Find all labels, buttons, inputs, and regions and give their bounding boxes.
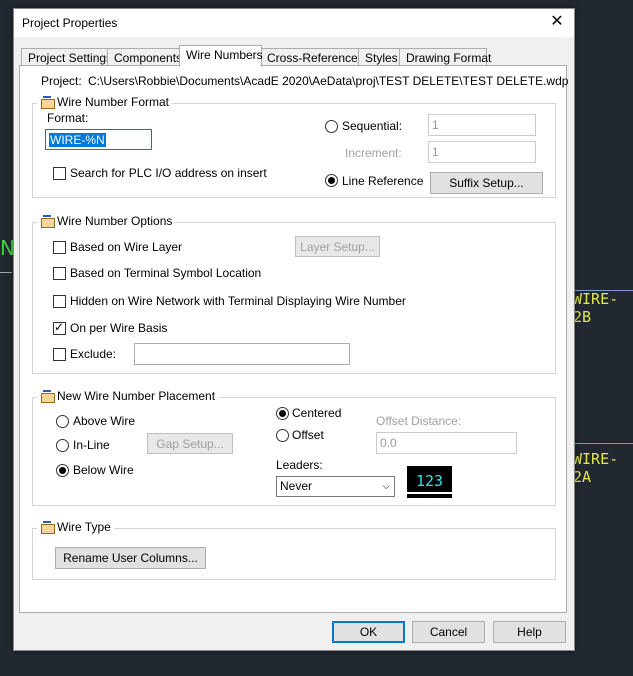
dialog-titlebar[interactable]: Project Properties ✕ — [14, 9, 574, 37]
cad-wire-line-2a — [573, 443, 633, 444]
hidden-on-network-label[interactable]: Hidden on Wire Network with Terminal Dis… — [70, 294, 406, 308]
centered-radio[interactable] — [276, 407, 289, 420]
project-properties-dialog: Project Properties ✕ Project Settings Co… — [13, 8, 575, 651]
wire-type-title: Wire Type — [57, 520, 111, 534]
based-on-terminal-label[interactable]: Based on Terminal Symbol Location — [70, 266, 261, 280]
layer-setup-button[interactable]: Layer Setup... — [295, 236, 380, 257]
above-wire-label[interactable]: Above Wire — [73, 414, 135, 428]
offset-distance-label: Offset Distance: — [376, 414, 462, 428]
suffix-setup-button[interactable]: Suffix Setup... — [430, 172, 543, 194]
wire-number-preview: 123 — [407, 466, 452, 498]
ok-button[interactable]: OK — [332, 621, 405, 643]
offset-radio[interactable] — [276, 429, 289, 442]
based-on-wire-layer-checkbox[interactable] — [53, 241, 66, 254]
on-per-wire-checkbox[interactable] — [53, 320, 66, 335]
wire-number-format-icon — [40, 96, 55, 109]
dialog-title: Project Properties — [22, 16, 118, 30]
based-on-terminal-checkbox[interactable] — [53, 267, 66, 280]
project-label: Project: — [41, 74, 82, 88]
wire-number-options-icon — [40, 215, 55, 228]
exclude-checkbox[interactable] — [53, 348, 66, 361]
centered-label[interactable]: Centered — [292, 406, 341, 420]
tab-wire-numbers[interactable]: Wire Numbers — [179, 45, 263, 67]
below-wire-label[interactable]: Below Wire — [73, 463, 134, 477]
placement-header: New Wire Number Placement — [37, 389, 219, 403]
leaders-select-value: Never — [280, 479, 313, 493]
in-line-radio[interactable] — [56, 439, 69, 452]
close-icon[interactable]: ✕ — [548, 13, 566, 31]
gap-setup-button[interactable]: Gap Setup... — [147, 433, 233, 454]
preview-wire-line — [407, 492, 452, 494]
wire-type-icon — [40, 521, 55, 534]
exclude-input[interactable] — [134, 343, 350, 365]
wire-number-options-title: Wire Number Options — [57, 214, 173, 228]
search-plc-label[interactable]: Search for PLC I/O address on insert — [70, 166, 267, 180]
cancel-button[interactable]: Cancel — [412, 621, 485, 643]
preview-text: 123 — [415, 472, 444, 490]
cad-wire-line-left — [0, 272, 12, 273]
format-input[interactable]: WIRE-%N — [45, 129, 152, 150]
above-wire-radio[interactable] — [56, 415, 69, 428]
chevron-down-icon: ⌵ — [382, 481, 390, 492]
below-wire-radio[interactable] — [56, 464, 69, 477]
offset-label[interactable]: Offset — [292, 428, 324, 442]
wire-numbers-panel: Project: C:\Users\Robbie\Documents\AcadE… — [19, 65, 569, 613]
search-plc-checkbox[interactable] — [53, 167, 66, 180]
placement-title: New Wire Number Placement — [57, 389, 216, 403]
sequential-radio[interactable] — [325, 120, 338, 133]
sequential-input[interactable]: 1 — [428, 114, 536, 136]
wire-type-header: Wire Type — [37, 520, 114, 534]
format-input-value: WIRE-%N — [49, 133, 106, 147]
wire-number-format-title: Wire Number Format — [57, 95, 170, 109]
wire-type-group: Wire Type Rename User Columns... — [32, 520, 556, 580]
rename-user-columns-button[interactable]: Rename User Columns... — [55, 547, 206, 569]
format-label: Format: — [47, 111, 89, 125]
increment-label: Increment: — [345, 146, 402, 160]
project-path: C:\Users\Robbie\Documents\AcadE 2020\AeD… — [88, 74, 569, 88]
line-reference-label[interactable]: Line Reference — [342, 174, 423, 188]
cad-wire-label-2a: WIRE-2A — [573, 450, 619, 486]
increment-input[interactable]: 1 — [428, 141, 536, 163]
placement-icon — [40, 390, 55, 403]
offset-distance-input[interactable]: 0.0 — [376, 432, 517, 454]
based-on-wire-layer-label[interactable]: Based on Wire Layer — [70, 240, 182, 254]
wire-number-format-group: Wire Number Format Format: WIRE-%N Searc… — [32, 95, 556, 198]
exclude-label[interactable]: Exclude: — [70, 347, 116, 361]
hidden-on-network-checkbox[interactable] — [53, 295, 66, 308]
wire-number-options-group: Wire Number Options Based on Wire Layer … — [32, 214, 556, 374]
wire-number-format-header: Wire Number Format — [37, 95, 173, 109]
sequential-label[interactable]: Sequential: — [342, 119, 402, 133]
in-line-label[interactable]: In-Line — [73, 438, 110, 452]
wire-number-options-header: Wire Number Options — [37, 214, 176, 228]
placement-group: New Wire Number Placement Above Wire In-… — [32, 389, 556, 506]
cad-wire-label-2b: WIRE-2B — [573, 290, 619, 326]
leaders-select[interactable]: Never ⌵ — [276, 476, 395, 497]
help-button[interactable]: Help — [493, 621, 566, 643]
leaders-label: Leaders: — [276, 458, 323, 472]
line-reference-radio[interactable] — [325, 174, 338, 187]
on-per-wire-label[interactable]: On per Wire Basis — [70, 321, 167, 335]
